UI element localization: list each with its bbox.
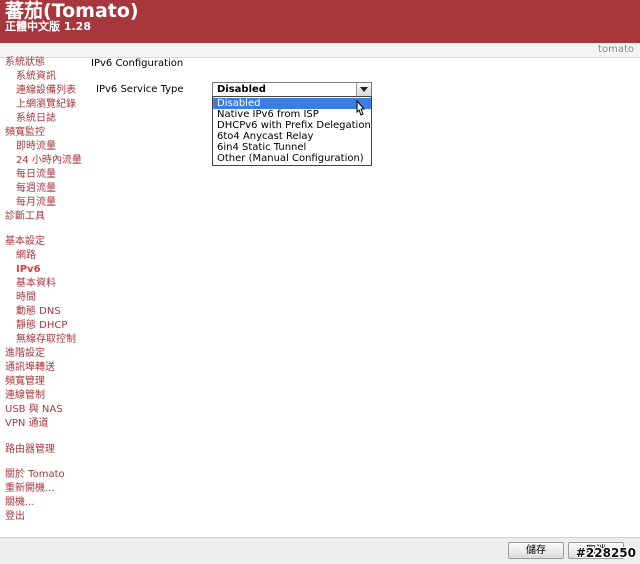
sidebar-item-usb-nas[interactable]: USB 與 NAS <box>5 404 63 416</box>
sidebar-item-status[interactable]: 系統狀態 <box>5 57 45 69</box>
sidebar-item-realtime[interactable]: 即時流量 <box>16 141 56 153</box>
select-current-value: Disabled <box>217 84 266 95</box>
sidebar-item-network[interactable]: 網路 <box>16 250 36 262</box>
sidebar-item-basic[interactable]: 基本設定 <box>5 236 45 248</box>
sidebar-item-vpn[interactable]: VPN 通道 <box>5 418 49 430</box>
sidebar-item-bandwidth[interactable]: 頻寬監控 <box>5 127 45 139</box>
option-6in4[interactable]: 6in4 Static Tunnel <box>213 142 371 153</box>
ipv6-service-type-label: IPv6 Service Type <box>96 84 184 95</box>
sidebar-item-identification[interactable]: 基本資料 <box>16 278 56 290</box>
sidebar-item-logout[interactable]: 登出 <box>5 511 25 523</box>
option-dhcpv6-pd[interactable]: DHCPv6 with Prefix Delegation <box>213 120 371 131</box>
sidebar-item-tools[interactable]: 診斷工具 <box>5 211 45 223</box>
section-title: IPv6 Configuration <box>91 58 184 69</box>
router-name: tomato <box>598 44 634 55</box>
ipv6-service-type-options: Disabled Native IPv6 from ISP DHCPv6 wit… <box>212 96 372 166</box>
app-header: 蕃茄(Tomato) 正體中文版 1.28 <box>0 0 640 43</box>
sidebar-item-24hours[interactable]: 24 小時內流量 <box>16 155 82 167</box>
sidebar-item-shutdown[interactable]: 關機... <box>5 497 35 509</box>
sidebar-item-static-dhcp[interactable]: 靜態 DHCP <box>16 320 67 332</box>
option-manual[interactable]: Other (Manual Configuration) <box>213 153 371 164</box>
mouse-pointer-icon <box>354 99 368 121</box>
sidebar-item-administration[interactable]: 路由器管理 <box>5 444 55 456</box>
sidebar-item-access-restriction[interactable]: 連線管制 <box>5 390 45 402</box>
sidebar-item-port-forwarding[interactable]: 通訊埠轉送 <box>5 362 55 374</box>
sidebar-item-wireless-filter[interactable]: 無線存取控制 <box>16 334 76 346</box>
sidebar-item-time[interactable]: 時間 <box>16 292 36 304</box>
sidebar-item-reboot[interactable]: 重新開機... <box>5 483 55 495</box>
sidebar-item-ddns[interactable]: 動態 DNS <box>16 306 61 318</box>
sidebar-item-web-usage[interactable]: 上網瀏覽紀錄 <box>16 99 76 111</box>
option-disabled[interactable]: Disabled <box>213 98 371 109</box>
chevron-down-icon[interactable] <box>356 83 371 96</box>
app-title: 蕃茄(Tomato) <box>5 0 139 22</box>
sidebar-item-weekly[interactable]: 每週流量 <box>16 183 56 195</box>
sidebar-item-device-list[interactable]: 連線設備列表 <box>16 85 76 97</box>
sidebar-item-about[interactable]: 關於 Tomato <box>5 469 65 481</box>
sidebar-item-logs[interactable]: 系統日誌 <box>16 113 56 125</box>
save-button[interactable]: 儲存 <box>508 542 564 559</box>
watermark: #228250 <box>575 546 636 560</box>
option-6to4[interactable]: 6to4 Anycast Relay <box>213 131 371 142</box>
sidebar-item-qos[interactable]: 頻寬管理 <box>5 376 45 388</box>
sidebar-item-advanced[interactable]: 進階設定 <box>5 348 45 360</box>
sidebar-item-ipv6[interactable]: IPv6 <box>16 264 41 276</box>
option-native-ipv6[interactable]: Native IPv6 from ISP <box>213 109 371 120</box>
app-version: 正體中文版 1.28 <box>5 20 91 33</box>
top-bar: tomato <box>0 43 640 58</box>
sidebar-item-daily[interactable]: 每日流量 <box>16 169 56 181</box>
sidebar-item-monthly[interactable]: 每月流量 <box>16 197 56 209</box>
ipv6-service-type-select[interactable]: Disabled <box>212 82 372 97</box>
sidebar-item-overview[interactable]: 系統資訊 <box>16 71 56 83</box>
